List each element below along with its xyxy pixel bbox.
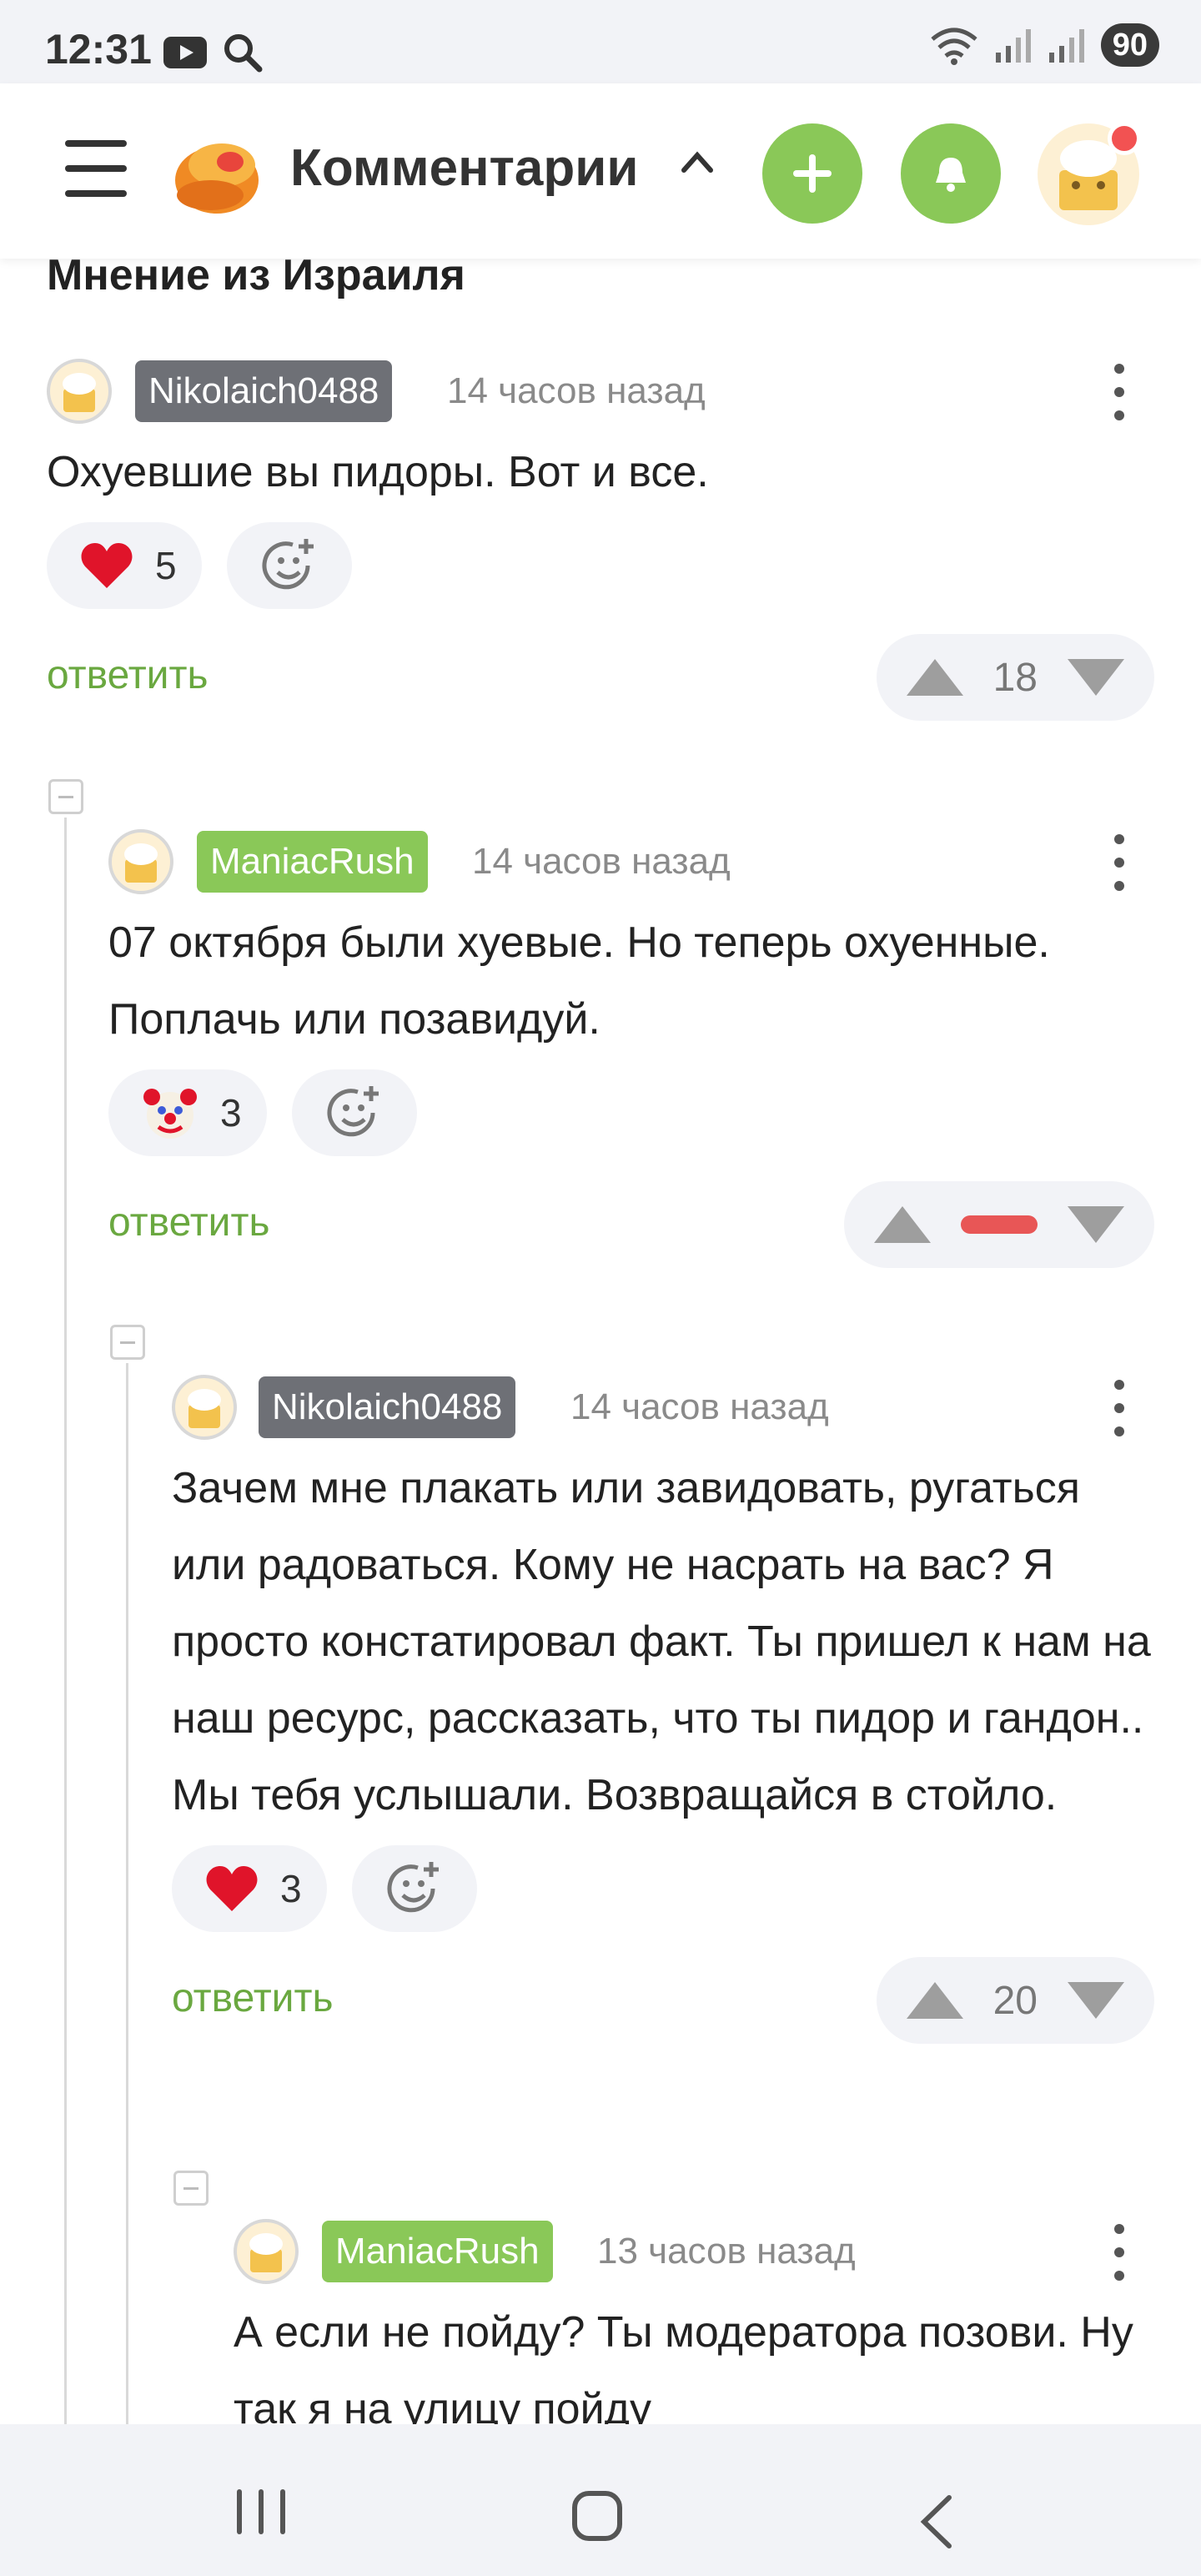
avatar-icon bbox=[249, 2233, 283, 2272]
reply-link[interactable]: ответить bbox=[47, 652, 208, 698]
comment: ManiacRush 14 часов назад 07 октября был… bbox=[108, 829, 1154, 1268]
app-header: Комментарии bbox=[0, 83, 1201, 259]
rating-control: 20 bbox=[876, 1957, 1154, 2044]
add-reaction-button[interactable] bbox=[291, 1069, 417, 1156]
comment-author[interactable]: ManiacRush bbox=[197, 831, 428, 893]
reaction-heart[interactable]: 5 bbox=[47, 522, 202, 609]
add-post-button[interactable] bbox=[762, 123, 862, 224]
downvote-icon[interactable] bbox=[1068, 1982, 1124, 2019]
back-icon[interactable] bbox=[917, 2494, 954, 2549]
signal-icon bbox=[995, 29, 1031, 63]
comment: Nikolaich0488 14 часов назад Охуевшие вы… bbox=[47, 359, 1154, 721]
comment-time[interactable]: 14 часов назад bbox=[570, 1376, 829, 1438]
avatar[interactable] bbox=[108, 829, 173, 894]
avatar[interactable] bbox=[47, 359, 112, 424]
clown-face-icon bbox=[143, 1089, 197, 1139]
rating-value: 20 bbox=[992, 1978, 1038, 2023]
more-options-icon[interactable] bbox=[1114, 1380, 1124, 1450]
comment-time[interactable]: 14 часов назад bbox=[447, 360, 706, 422]
comment-text: Охуевшие вы пидоры. Вот и все. bbox=[47, 448, 709, 496]
recent-apps-button[interactable] bbox=[237, 2489, 285, 2534]
heart-icon bbox=[81, 543, 133, 588]
reaction-clown[interactable]: 3 bbox=[108, 1069, 267, 1156]
comment: ManiacRush 13 часов назад А если не пойд… bbox=[234, 2219, 1154, 2448]
thread-line-1 bbox=[64, 818, 67, 2424]
comment-text: Зачем мне плакать или завидовать, ругать… bbox=[172, 1464, 1151, 1819]
emoji-add-icon bbox=[387, 1862, 439, 1913]
system-nav-bar bbox=[0, 2424, 1201, 2576]
reply-link[interactable]: ответить bbox=[108, 1200, 269, 1245]
reply-link[interactable]: ответить bbox=[172, 1975, 333, 2021]
thread-line-2 bbox=[126, 1363, 128, 2424]
profile-avatar[interactable] bbox=[1038, 122, 1141, 225]
avatar[interactable] bbox=[234, 2219, 299, 2284]
post-title[interactable]: Мнение из Израиля bbox=[47, 250, 465, 300]
comment-time[interactable]: 13 часов назад bbox=[597, 2221, 856, 2282]
collapse-thread-button[interactable] bbox=[110, 1325, 145, 1360]
more-options-icon[interactable] bbox=[1114, 2224, 1124, 2294]
chevron-up-icon[interactable] bbox=[681, 148, 714, 174]
add-reaction-button[interactable] bbox=[351, 1845, 477, 1932]
downvote-icon[interactable] bbox=[1068, 1206, 1124, 1243]
status-time: 12:31 bbox=[45, 26, 152, 73]
negative-rating-indicator bbox=[961, 1215, 1038, 1234]
notifications-button[interactable] bbox=[901, 123, 1001, 224]
upvote-icon[interactable] bbox=[874, 1206, 931, 1243]
signal-icon-2 bbox=[1048, 29, 1084, 63]
emoji-add-icon bbox=[262, 539, 314, 590]
emoji-add-icon bbox=[327, 1086, 379, 1137]
add-reaction-button[interactable] bbox=[226, 522, 352, 609]
comment-author[interactable]: Nikolaich0488 bbox=[135, 360, 393, 422]
page-title[interactable]: Комментарии bbox=[290, 138, 639, 198]
more-options-icon[interactable] bbox=[1114, 834, 1124, 904]
wifi-icon bbox=[931, 28, 977, 65]
rating-control bbox=[844, 1181, 1154, 1268]
avatar[interactable] bbox=[172, 1375, 237, 1440]
menu-icon[interactable] bbox=[65, 140, 127, 199]
upvote-icon[interactable] bbox=[906, 1982, 963, 2019]
search-icon bbox=[224, 34, 263, 73]
comment-author[interactable]: ManiacRush bbox=[322, 2221, 553, 2282]
youtube-icon bbox=[163, 37, 207, 68]
logo-icon[interactable] bbox=[172, 130, 262, 217]
more-options-icon[interactable] bbox=[1114, 364, 1124, 434]
reaction-heart[interactable]: 3 bbox=[172, 1845, 327, 1932]
upvote-icon[interactable] bbox=[906, 659, 963, 696]
comment-text: 07 октября были хуевые. Но теперь охуенн… bbox=[108, 918, 1050, 1044]
comment: Nikolaich0488 14 часов назад Зачем мне п… bbox=[172, 1375, 1154, 2044]
battery-indicator: 90 bbox=[1100, 23, 1159, 67]
comment-author[interactable]: Nikolaich0488 bbox=[259, 1376, 516, 1438]
rating-value: 18 bbox=[992, 655, 1038, 700]
status-bar: 12:31 90 bbox=[0, 0, 1201, 83]
comment-time[interactable]: 14 часов назад bbox=[472, 831, 731, 893]
avatar-icon bbox=[63, 373, 96, 412]
bell-icon bbox=[936, 158, 966, 192]
reaction-count: 3 bbox=[220, 1091, 242, 1135]
reaction-count: 5 bbox=[155, 544, 177, 587]
home-button[interactable] bbox=[572, 2491, 622, 2541]
avatar-icon bbox=[188, 1389, 221, 1428]
collapse-thread-button[interactable] bbox=[173, 2171, 209, 2206]
reaction-count: 3 bbox=[280, 1867, 302, 1910]
collapse-thread-button[interactable] bbox=[48, 779, 83, 814]
notification-dot bbox=[1108, 122, 1141, 155]
downvote-icon[interactable] bbox=[1068, 659, 1124, 696]
heart-icon bbox=[206, 1866, 258, 1911]
rating-control: 18 bbox=[876, 634, 1154, 721]
avatar-icon bbox=[124, 843, 158, 883]
plus-icon bbox=[793, 154, 832, 193]
